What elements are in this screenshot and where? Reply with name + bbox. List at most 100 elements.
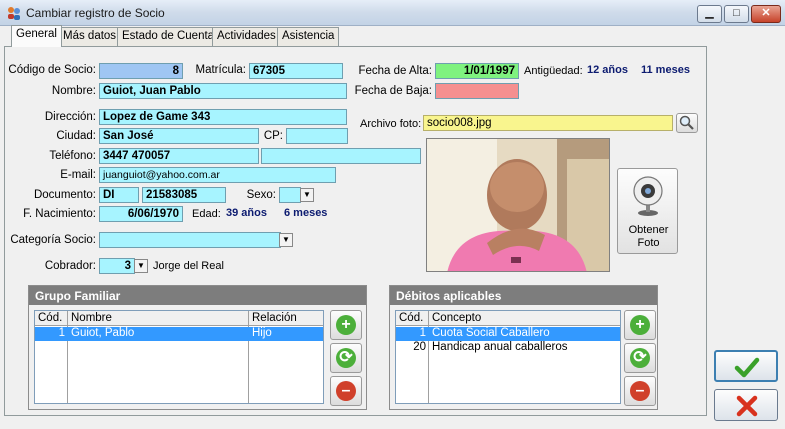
telefono2-field[interactable]	[261, 148, 421, 164]
debitos-title: Débitos aplicables	[390, 286, 657, 305]
tab-actividades[interactable]: Actividades	[212, 27, 281, 46]
email-label: E-mail:	[60, 169, 96, 181]
categoria-label: Categoría Socio:	[10, 234, 96, 246]
tab-mas-datos[interactable]: Más datos	[58, 27, 122, 46]
nacimiento-label: F. Nacimiento:	[23, 208, 96, 220]
tab-general[interactable]: General	[11, 25, 62, 47]
browse-button[interactable]	[676, 113, 698, 133]
col-concepto[interactable]: Concepto	[432, 312, 481, 324]
window-title: Cambiar registro de Socio	[26, 6, 165, 20]
telefono-field[interactable]: 3447 470057	[99, 148, 259, 164]
obtener-foto-label-2: Foto	[637, 237, 660, 249]
debitos-remove-button[interactable]: –	[624, 376, 656, 406]
fecha-baja-field[interactable]	[435, 83, 519, 99]
cobrador-label: Cobrador:	[44, 260, 96, 272]
remove-icon: –	[336, 381, 356, 401]
nombre-label: Nombre:	[51, 85, 96, 97]
cp-label: CP:	[263, 130, 283, 142]
ok-button[interactable]	[714, 350, 778, 382]
categoria-dropdown-icon[interactable]: ▼	[279, 233, 293, 247]
grupo-remove-button[interactable]: –	[330, 376, 362, 406]
edad-anios: 39 años	[226, 207, 267, 219]
doc-numero-field[interactable]: 21583085	[142, 187, 226, 203]
codigo-field[interactable]: 8	[99, 63, 183, 79]
table-row[interactable]: 20 Handicap anual caballeros	[396, 341, 620, 355]
categoria-combo[interactable]	[99, 232, 281, 248]
row-cod: 1	[419, 327, 426, 339]
add-icon: +	[336, 315, 356, 335]
matricula-label: Matrícula:	[195, 64, 247, 76]
debitos-group: Débitos aplicables Cód. Concepto 1 Cuota…	[389, 285, 658, 410]
ciudad-label: Ciudad:	[56, 130, 96, 142]
documento-label: Documento:	[33, 189, 96, 201]
row-cod: 1	[58, 327, 65, 339]
webcam-icon	[633, 176, 663, 216]
archivo-foto-label: Archivo foto:	[360, 118, 422, 130]
obtener-foto-label-1: Obtener	[628, 224, 669, 236]
fecha-alta-label: Fecha de Alta:	[358, 65, 432, 77]
col-relacion[interactable]: Relación	[252, 312, 297, 324]
cancel-icon	[736, 395, 758, 417]
sexo-label: Sexo:	[246, 189, 276, 201]
check-icon	[734, 357, 760, 378]
grupo-add-button[interactable]: +	[330, 310, 362, 340]
socio-photo	[426, 138, 610, 272]
app-icon	[8, 7, 20, 20]
telefono-label: Teléfono:	[49, 150, 96, 162]
nombre-field[interactable]: Guiot, Juan Pablo	[99, 83, 347, 99]
fecha-alta-field[interactable]: 1/01/1997	[435, 63, 519, 79]
cp-field[interactable]	[286, 128, 348, 144]
minimize-button[interactable]: ▁	[697, 5, 722, 23]
table-row[interactable]: 1 Guiot, Pablo Hijo	[35, 327, 323, 341]
grupo-familiar-title: Grupo Familiar	[29, 286, 366, 305]
cancel-button[interactable]	[714, 389, 778, 421]
obtener-foto-button[interactable]: Obtener Foto	[617, 168, 678, 254]
refresh-icon: ⟳	[336, 348, 356, 368]
cobrador-dropdown-icon[interactable]: ▼	[134, 259, 148, 273]
refresh-icon: ⟳	[630, 348, 650, 368]
magnifier-icon	[679, 115, 694, 130]
cobrador-combo[interactable]: 3	[99, 258, 135, 274]
row-concepto: Handicap anual caballeros	[432, 341, 568, 353]
tab-asistencia[interactable]: Asistencia	[277, 27, 340, 46]
tab-estado-de-cuenta[interactable]: Estado de Cuenta	[117, 27, 220, 46]
table-row[interactable]: 1 Cuota Social Caballero	[396, 327, 620, 341]
col-nombre[interactable]: Nombre	[71, 312, 112, 324]
add-icon: +	[630, 315, 650, 335]
grupo-familiar-group: Grupo Familiar Cód. Nombre Relación 1 Gu…	[28, 285, 367, 410]
col-cod[interactable]: Cód.	[38, 312, 62, 324]
antiguedad-anios: 12 años	[587, 64, 628, 76]
row-cod: 20	[413, 341, 426, 353]
antiguedad-meses: 11 meses	[641, 64, 690, 76]
debitos-refresh-button[interactable]: ⟳	[624, 343, 656, 373]
fecha-baja-label: Fecha de Baja:	[354, 85, 432, 97]
grupo-familiar-header: Cód. Nombre Relación	[35, 311, 323, 326]
matricula-field[interactable]: 67305	[249, 63, 343, 79]
direccion-label: Dirección:	[44, 111, 96, 123]
antiguedad-label: Antigüedad:	[524, 65, 583, 77]
email-field[interactable]: juanguiot@yahoo.com.ar	[99, 167, 336, 183]
close-button[interactable]: ✕	[751, 5, 781, 23]
cobrador-nombre: Jorge del Real	[153, 260, 224, 272]
debitos-header: Cód. Concepto	[396, 311, 620, 326]
row-nombre: Guiot, Pablo	[71, 327, 135, 339]
grupo-refresh-button[interactable]: ⟳	[330, 343, 362, 373]
photo-image	[427, 139, 609, 271]
remove-icon: –	[630, 381, 650, 401]
edad-meses: 6 meses	[284, 207, 328, 219]
doc-tipo-field[interactable]: DI	[99, 187, 139, 203]
ciudad-field[interactable]: San José	[99, 128, 259, 144]
debitos-table[interactable]: Cód. Concepto 1 Cuota Social Caballero 2…	[395, 310, 621, 404]
direccion-field[interactable]: Lopez de Game 343	[99, 109, 347, 125]
debitos-add-button[interactable]: +	[624, 310, 656, 340]
col-cod[interactable]: Cód.	[399, 312, 423, 324]
row-relacion: Hijo	[252, 327, 272, 339]
maximize-button[interactable]: □	[724, 5, 749, 23]
row-concepto: Cuota Social Caballero	[432, 327, 550, 339]
grupo-familiar-table[interactable]: Cód. Nombre Relación 1 Guiot, Pablo Hijo	[34, 310, 324, 404]
sexo-dropdown-icon[interactable]: ▼	[300, 188, 314, 202]
sexo-combo[interactable]	[279, 187, 301, 203]
codigo-label: Código de Socio:	[8, 64, 96, 76]
archivo-foto-field[interactable]: socio008.jpg	[423, 115, 673, 131]
nacimiento-field[interactable]: 6/06/1970	[99, 206, 183, 222]
